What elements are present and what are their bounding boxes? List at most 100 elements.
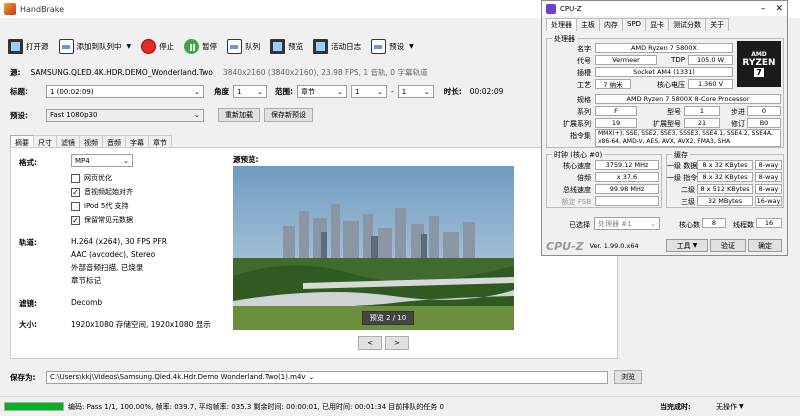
range-dash: - <box>391 87 394 96</box>
ok-button[interactable]: 确定 <box>748 239 782 252</box>
stop-button[interactable]: 停止 <box>137 36 178 56</box>
rated-fsb-value <box>595 196 659 206</box>
tdp-value: 105.0 W <box>688 55 733 65</box>
queue-button[interactable]: 队列 <box>223 36 264 56</box>
app-title: HandBrake <box>20 4 65 14</box>
clocks-group: 时钟 (核心 #0) 核心速度 3759.12 MHz 倍频 x 37.6 总线… <box>546 150 662 208</box>
cache-group-label: 缓存 <box>672 150 690 160</box>
name-value: AMD Ryzen 7 5800X <box>595 43 733 53</box>
checkbox-box <box>71 201 80 211</box>
web-optimized-checkbox[interactable]: 网页优化 <box>71 173 112 183</box>
name-label: 名字 <box>577 45 591 53</box>
track-item: AAC (avcodec), Stereo <box>71 250 156 259</box>
l1-data-label: 一级 数据 <box>667 162 698 170</box>
preview-counter: 预览 2 / 10 <box>362 311 414 325</box>
socket-value: Socket AM4 (1331) <box>595 67 733 77</box>
chevron-down-icon: ▼ <box>739 403 744 410</box>
preview-prev-button[interactable]: < <box>358 336 382 350</box>
preset-row: 预设: Fast 1080p30 重新加载 保存新预设 <box>10 108 313 122</box>
tab-memory[interactable]: 内存 <box>599 18 623 31</box>
duration-value: 00:02:09 <box>469 87 504 96</box>
presets-button[interactable]: 预设 ▼ <box>367 36 418 56</box>
title-select[interactable]: 1 (00:02:09) <box>46 85 204 98</box>
reload-button[interactable]: 重新加载 <box>218 108 260 122</box>
bus-speed-value: 99.98 MHz <box>595 184 659 194</box>
tab-spd[interactable]: SPD <box>622 18 647 31</box>
preview-icon <box>270 38 286 54</box>
cpuz-titlebar: CPU-Z – ✕ <box>542 1 787 16</box>
title-row: 标题: 1 (00:02:09) 角度 1 范围: 章节 1 - 1 时长: 0… <box>10 85 503 98</box>
title-label: 标题: <box>10 87 28 96</box>
activity-log-button[interactable]: 活动日志 <box>309 36 365 56</box>
l1-inst-label: 一级 指令 <box>667 174 698 182</box>
bus-speed-label: 总线速度 <box>563 186 591 194</box>
toolbar: 打开源 添加到队列中 ▼ 停止 暂停 队列 预览 活动日志 预设 ▼ <box>0 34 540 58</box>
when-done-select[interactable]: 无操作 ▼ <box>716 402 744 412</box>
summary-panel: 格式: MP4 网页优化 ✓音视频起始对齐 iPod 5代 支持 ✓保留常见元数… <box>10 147 618 359</box>
tab-cpu[interactable]: 处理器 <box>546 18 577 31</box>
chevron-down-icon: ▼ <box>126 42 132 50</box>
source-preview-label: 源预览: <box>233 155 259 164</box>
cpuz-version: Ver. 1.99.0.x64 <box>589 242 639 250</box>
preview-button[interactable]: 预览 <box>266 36 307 56</box>
close-icon[interactable]: ✕ <box>775 4 783 14</box>
l1-inst-value: 8 x 32 KBytes <box>697 172 753 182</box>
align-av-checkbox[interactable]: ✓ 音视频起始对齐 <box>71 187 133 197</box>
handbrake-logo-icon <box>4 3 16 15</box>
l1-data-value: 8 x 32 KBytes <box>697 160 753 170</box>
core-speed-value: 3759.12 MHz <box>595 160 659 170</box>
tracks-label: 轨道: <box>19 238 37 247</box>
validate-button[interactable]: 验证 <box>710 239 746 252</box>
tab-graphics[interactable]: 显卡 <box>645 18 670 31</box>
save-new-preset-button[interactable]: 保存新预设 <box>264 108 313 122</box>
range-type-select[interactable]: 章节 <box>297 85 347 98</box>
passthru-metadata-checkbox[interactable]: ✓ 保留常见元数据 <box>71 215 133 225</box>
codename-value: Vermeer <box>595 55 657 65</box>
tools-button[interactable]: 工具 ▼ <box>666 239 708 252</box>
angle-select[interactable]: 1 <box>233 85 267 98</box>
when-done-label: 当完成时: <box>660 402 691 411</box>
status-bar: 编码: Pass 1/1, 100.00%, 帧率: 039.7, 平均帧率: … <box>0 396 800 416</box>
range-to-select[interactable]: 1 <box>397 85 434 98</box>
minimize-icon[interactable]: – <box>761 4 766 14</box>
core-speed-label: 核心速度 <box>563 162 591 170</box>
progress-fill <box>5 403 63 410</box>
stepping-label: 步进 <box>731 108 745 116</box>
threads-label: 线程数 <box>733 221 754 229</box>
spec-label: 规格 <box>577 96 591 104</box>
selection-label: 已选择 <box>569 221 590 229</box>
save-as-row: 保存为: C:\Users\kkj\Videos\Samsung.Qled.4k… <box>10 370 642 384</box>
track-item: H.264 (x264), 30 FPS PFR <box>71 237 167 246</box>
ipod-support-checkbox[interactable]: iPod 5代 支持 <box>71 201 129 211</box>
format-select[interactable]: MP4 <box>71 154 133 167</box>
pause-button[interactable]: 暂停 <box>180 36 221 56</box>
cpuz-window: CPU-Z – ✕ 处理器 主板 内存 SPD 显卡 测试分数 关于 处理器 名… <box>541 0 788 256</box>
status-text: 编码: Pass 1/1, 100.00%, 帧率: 039.7, 平均帧率: … <box>68 402 444 411</box>
tab-about[interactable]: 关于 <box>705 18 730 31</box>
l2-ways: 8-way <box>755 184 782 194</box>
pause-icon <box>184 38 200 54</box>
save-as-input[interactable]: C:\Users\kkj\Videos\Samsung.Qled.4k.Hdr.… <box>46 370 608 384</box>
revision-label: 修订 <box>731 120 745 128</box>
cpuz-tabs: 处理器 主板 内存 SPD 显卡 测试分数 关于 <box>542 18 787 31</box>
add-to-queue-button[interactable]: 添加到队列中 ▼ <box>55 36 136 56</box>
range-from-select[interactable]: 1 <box>351 85 387 98</box>
window-controls: – ✕ <box>761 4 787 14</box>
cache-group: 缓存 一级 数据 8 x 32 KBytes 8-way 一级 指令 8 x 3… <box>666 150 784 208</box>
cpuz-logo-icon <box>546 3 556 14</box>
processor-select[interactable]: 处理器 #1 <box>594 217 660 230</box>
clocks-group-label: 时钟 (核心 #0) <box>552 150 605 160</box>
chevron-down-icon: ▼ <box>692 242 698 249</box>
tracks-list: H.264 (x264), 30 FPS PFR AAC (avcodec), … <box>71 235 167 287</box>
format-label: 格式: <box>19 158 37 167</box>
browse-button[interactable]: 浏览 <box>614 370 642 384</box>
preset-select[interactable]: Fast 1080p30 <box>46 108 204 122</box>
tab-bench[interactable]: 测试分数 <box>668 18 707 31</box>
preview-next-button[interactable]: > <box>385 336 409 350</box>
film-icon <box>8 38 23 54</box>
spec-value: AMD Ryzen 7 5800X 8-Core Processor <box>595 94 781 104</box>
chevron-down-icon: ▼ <box>409 42 414 50</box>
tdp-label: TDP <box>671 56 685 64</box>
tab-mainboard[interactable]: 主板 <box>576 18 600 31</box>
open-source-button[interactable]: 打开源 <box>4 36 53 56</box>
